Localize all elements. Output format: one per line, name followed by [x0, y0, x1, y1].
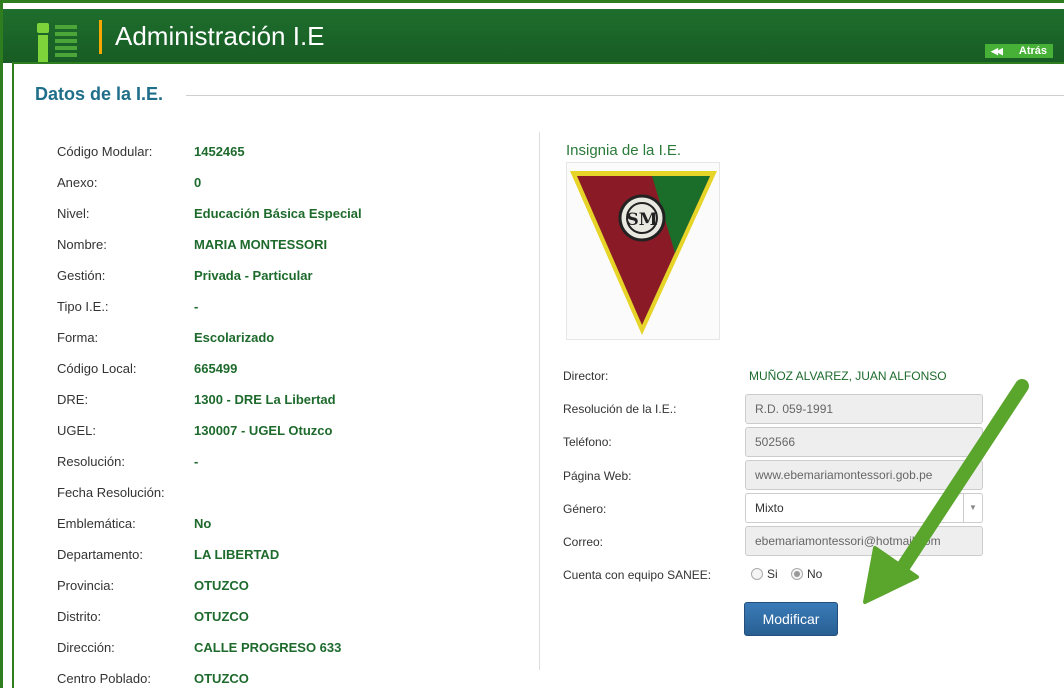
annotation-arrow-icon — [863, 379, 1029, 604]
